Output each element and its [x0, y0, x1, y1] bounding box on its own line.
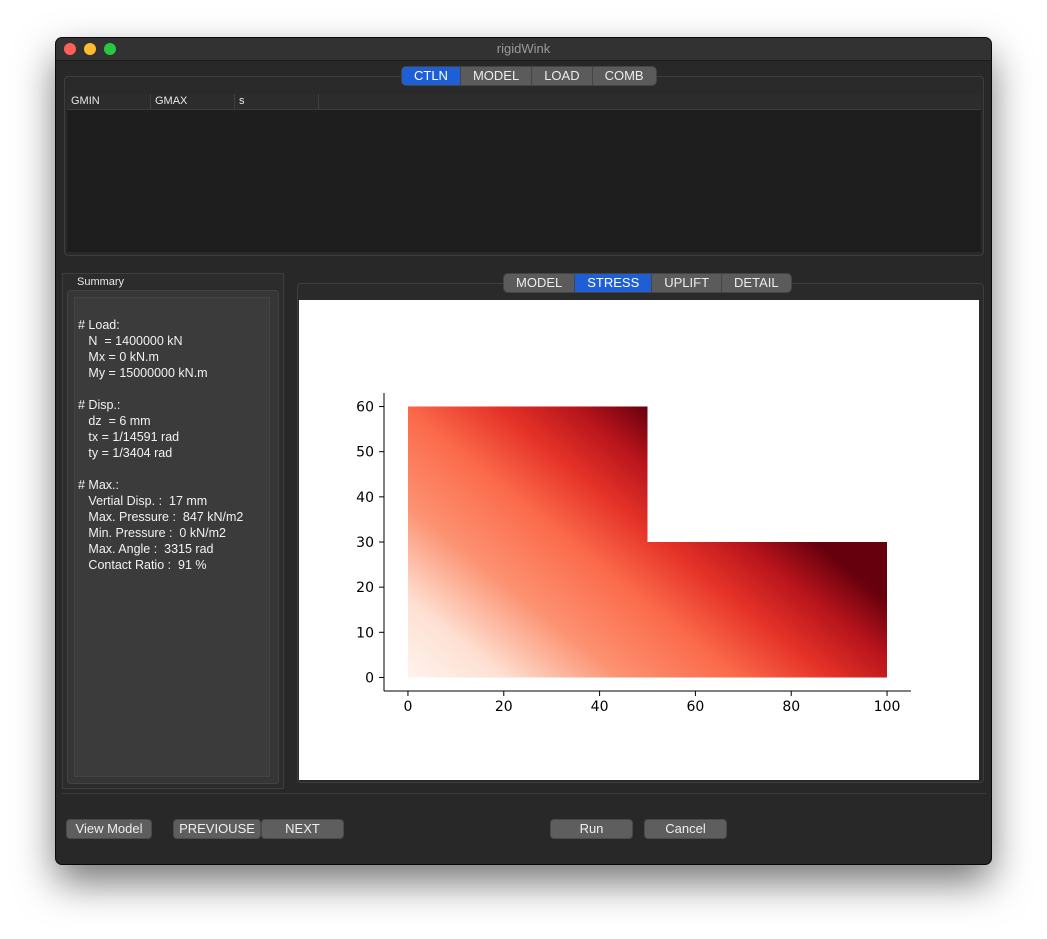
- tab-load[interactable]: LOAD: [532, 67, 593, 85]
- grid-header: GMIN GMAX s: [67, 94, 981, 110]
- summary-line: Max. Angle : 3315 rad: [78, 542, 214, 556]
- summary-frame: # Load: N = 1400000 kN Mx = 0 kN.m My = …: [67, 290, 279, 784]
- summary-line: ty = 1/3404 rad: [78, 446, 173, 460]
- control-panel: GMIN GMAX s: [64, 76, 984, 256]
- grid-column-gmax[interactable]: GMAX: [151, 94, 235, 109]
- window-title: rigidWink: [496, 41, 551, 56]
- plot-tab-bar: MODEL STRESS UPLIFT DETAIL: [504, 274, 791, 292]
- tab-model[interactable]: MODEL: [461, 67, 533, 85]
- grid-column-s[interactable]: s: [235, 94, 319, 109]
- summary-line: [78, 381, 243, 397]
- bottom-divider: [62, 793, 986, 794]
- tab-plot-stress[interactable]: STRESS: [575, 274, 653, 292]
- pressure-shape: [408, 406, 887, 678]
- next-button[interactable]: NEXT: [262, 820, 343, 838]
- summary-text-area[interactable]: # Load: N = 1400000 kN Mx = 0 kN.m My = …: [74, 297, 270, 777]
- x-tick-label: 40: [591, 699, 609, 715]
- x-tick-label: 0: [403, 699, 412, 715]
- x-tick-label: 60: [686, 699, 704, 715]
- summary-line: Max. Pressure : 847 kN/m2: [78, 510, 244, 524]
- top-tab-bar: CTLN MODEL LOAD COMB: [402, 67, 656, 85]
- view-model-button[interactable]: View Model: [67, 820, 151, 838]
- y-tick-label: 50: [356, 445, 374, 461]
- y-tick-label: 30: [356, 535, 374, 551]
- summary-line: Mx = 0 kN.m: [78, 350, 159, 364]
- grid-header-filler: [319, 94, 981, 109]
- summary-line: dz = 6 mm: [78, 414, 151, 428]
- tab-ctln[interactable]: CTLN: [402, 67, 461, 85]
- tab-comb[interactable]: COMB: [593, 67, 656, 85]
- x-tick-label: 20: [495, 699, 513, 715]
- summary-line: # Load:: [78, 318, 120, 332]
- grid-column-gmin[interactable]: GMIN: [67, 94, 151, 109]
- pressure-region: [408, 406, 887, 678]
- summary-line: My = 15000000 kN.m: [78, 366, 208, 380]
- run-button[interactable]: Run: [551, 820, 632, 838]
- title-bar: rigidWink: [56, 38, 991, 61]
- summary-line: Vertial Disp. : 17 mm: [78, 494, 208, 508]
- summary-panel: Summary # Load: N = 1400000 kN Mx = 0 kN…: [62, 273, 284, 789]
- y-tick-label: 20: [356, 580, 374, 596]
- summary-lines: # Load: N = 1400000 kN Mx = 0 kN.m My = …: [78, 317, 243, 573]
- y-tick-label: 40: [356, 490, 374, 506]
- main-window: rigidWink GMIN GMAX s CTLN MODEL LOAD CO…: [56, 38, 991, 864]
- summary-line: N = 1400000 kN: [78, 334, 183, 348]
- stress-plot-canvas[interactable]: 0 20 40 60 80 100 0 10 20 30 40 50 60: [299, 300, 979, 780]
- summary-line: # Max.:: [78, 478, 119, 492]
- x-tick-label: 80: [782, 699, 800, 715]
- tab-plot-model[interactable]: MODEL: [504, 274, 576, 292]
- y-tick-label: 60: [356, 400, 374, 416]
- summary-line: Contact Ratio : 91 %: [78, 558, 207, 572]
- summary-line: [78, 461, 243, 477]
- summary-title: Summary: [77, 276, 125, 288]
- control-grid: GMIN GMAX s: [67, 94, 981, 252]
- tab-plot-uplift[interactable]: UPLIFT: [652, 274, 723, 292]
- summary-line: tx = 1/14591 rad: [78, 430, 180, 444]
- y-tick-label: 0: [365, 670, 374, 686]
- cancel-button[interactable]: Cancel: [645, 820, 726, 838]
- summary-line: # Disp.:: [78, 398, 121, 412]
- y-tick-label: 10: [356, 625, 374, 641]
- stress-chart: 0 20 40 60 80 100 0 10 20 30 40 50 60: [356, 393, 911, 715]
- x-tick-label: 100: [874, 699, 901, 715]
- previous-button[interactable]: PREVIOUSE: [174, 820, 260, 838]
- tab-plot-detail[interactable]: DETAIL: [722, 274, 791, 292]
- summary-line: Min. Pressure : 0 kN/m2: [78, 526, 226, 540]
